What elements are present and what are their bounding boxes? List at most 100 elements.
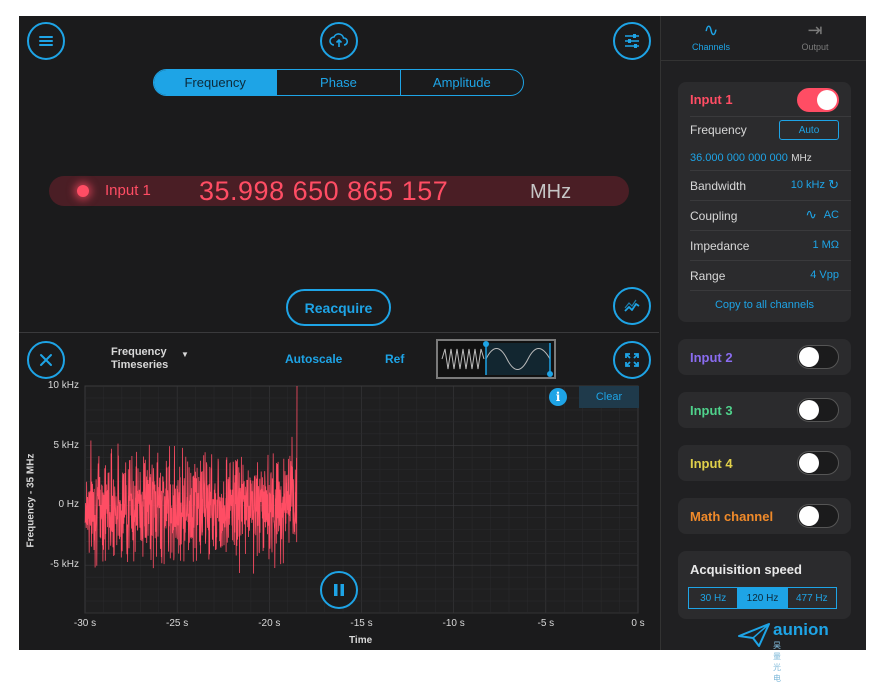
expand-icon bbox=[625, 353, 639, 367]
coupling-row[interactable]: Coupling ∿ AC bbox=[690, 206, 839, 223]
y-tick-label: 0 Hz bbox=[58, 499, 79, 511]
plot-area[interactable] bbox=[19, 380, 659, 650]
toggle-knob bbox=[799, 506, 819, 526]
ac-wave-icon: ∿ bbox=[805, 206, 817, 222]
tab-channels[interactable]: ∿ Channels bbox=[661, 20, 761, 52]
output-icon: ⇥ bbox=[807, 20, 823, 40]
x-tick-label: 0 s bbox=[631, 618, 645, 629]
input2-card: Input 2 bbox=[678, 339, 851, 375]
plot-mode-line2: Timeseries bbox=[111, 359, 169, 371]
pause-button[interactable] bbox=[320, 571, 358, 609]
speed-option-30hz[interactable]: 30 Hz bbox=[689, 588, 737, 608]
frequency-row: Frequency Auto bbox=[690, 120, 839, 140]
tab-channels-label: Channels bbox=[691, 42, 731, 52]
input1-label: Input 1 bbox=[690, 92, 733, 107]
sidebar: ∿ Channels ⇥ Output Input 1 Frequency Au… bbox=[660, 16, 866, 650]
readout-value: 35.998 650 865 157 bbox=[199, 176, 449, 206]
readout-channel-label: Input 1 bbox=[105, 182, 151, 199]
caret-down-icon: ▼ bbox=[181, 350, 189, 359]
plot-mode-selector[interactable]: Frequency Timeseries ▼ bbox=[111, 346, 189, 372]
speed-option-477hz[interactable]: 477 Hz bbox=[786, 588, 836, 608]
logo-subtext: 昊量光电 bbox=[773, 641, 781, 683]
app-window: Frequency Phase Amplitude Input 1 35.998… bbox=[19, 16, 866, 650]
separator bbox=[690, 170, 851, 171]
speed-option-120hz[interactable]: 120 Hz bbox=[737, 588, 787, 608]
impedance-row[interactable]: Impedance 1 MΩ bbox=[690, 239, 839, 253]
waveform-preview-icon bbox=[441, 341, 553, 377]
y-tick-label: -5 kHz bbox=[50, 559, 79, 571]
clear-button[interactable]: Clear bbox=[579, 386, 639, 408]
frequency-label: Frequency bbox=[690, 123, 747, 137]
sine-wave-icon: ∿ bbox=[703, 20, 719, 40]
x-tick-label: -15 s bbox=[350, 618, 373, 629]
range-row[interactable]: Range 4 Vpp bbox=[690, 269, 839, 283]
pause-icon bbox=[334, 584, 344, 596]
tab-amplitude[interactable]: Amplitude bbox=[399, 70, 523, 95]
input3-toggle[interactable] bbox=[797, 398, 839, 422]
acquisition-speed-selector: 30 Hz 120 Hz 477 Hz bbox=[688, 587, 837, 609]
info-icon[interactable]: i bbox=[549, 388, 567, 406]
readout-unit: MHz bbox=[530, 181, 572, 203]
acquisition-speed-card: Acquisition speed 30 Hz 120 Hz 477 Hz bbox=[678, 551, 851, 619]
frequency-readout: Input 1 35.998 650 865 157 MHz bbox=[49, 176, 629, 206]
bandwidth-row[interactable]: Bandwidth 10 kHz ↻ bbox=[690, 177, 839, 193]
separator bbox=[690, 200, 851, 201]
close-plot-button[interactable] bbox=[27, 341, 65, 379]
frequency-auto-button[interactable]: Auto bbox=[779, 120, 839, 140]
bandwidth-value: 10 kHz bbox=[790, 179, 825, 191]
reacquire-button[interactable]: Reacquire bbox=[286, 289, 391, 326]
toggle-knob bbox=[799, 400, 819, 420]
copy-to-all-button[interactable]: Copy to all channels bbox=[690, 299, 839, 311]
waveform-preview[interactable] bbox=[436, 339, 556, 379]
section-divider bbox=[19, 332, 659, 333]
input4-card: Input 4 bbox=[678, 445, 851, 481]
y-tick-label: 10 kHz bbox=[47, 380, 79, 391]
trend-button[interactable] bbox=[613, 287, 651, 325]
math-channel-toggle[interactable] bbox=[797, 504, 839, 528]
x-tick-label: -10 s bbox=[442, 618, 465, 629]
cloud-upload-icon bbox=[329, 33, 349, 47]
tab-output[interactable]: ⇥ Output bbox=[765, 20, 865, 52]
ref-button[interactable]: Ref bbox=[385, 352, 404, 366]
frequency-timeseries-chart: Frequency - 35 MHz 10 kHz 5 kHz 0 Hz -5 kHz… bbox=[19, 380, 659, 650]
frequency-value: 36.000 000 000 000 bbox=[690, 152, 788, 164]
measurement-tabs: Frequency Phase Amplitude bbox=[153, 69, 524, 96]
input1-toggle[interactable] bbox=[797, 88, 839, 112]
y-tick-label: 5 kHz bbox=[53, 439, 79, 451]
cloud-upload-button[interactable] bbox=[320, 22, 358, 60]
hamburger-icon bbox=[39, 36, 53, 46]
input3-label: Input 3 bbox=[690, 403, 733, 418]
separator bbox=[690, 230, 851, 231]
input2-label: Input 2 bbox=[690, 350, 733, 365]
logo-text: aunion bbox=[773, 620, 829, 639]
separator bbox=[690, 260, 851, 261]
acquisition-speed-title: Acquisition speed bbox=[690, 562, 802, 577]
tab-frequency[interactable]: Frequency bbox=[154, 70, 277, 95]
input2-toggle[interactable] bbox=[797, 345, 839, 369]
menu-button[interactable] bbox=[27, 22, 65, 60]
impedance-value: 1 MΩ bbox=[812, 239, 839, 251]
bandwidth-label: Bandwidth bbox=[690, 179, 747, 193]
plot-mode-line1: Frequency bbox=[111, 346, 167, 358]
sidebar-tabs: ∿ Channels ⇥ Output bbox=[661, 16, 866, 61]
coupling-label: Coupling bbox=[690, 209, 738, 223]
settings-sliders-button[interactable] bbox=[613, 22, 651, 60]
impedance-label: Impedance bbox=[690, 239, 750, 253]
x-tick-label: -25 s bbox=[166, 618, 189, 629]
range-label: Range bbox=[690, 269, 726, 283]
frequency-unit: MHz bbox=[791, 153, 812, 164]
separator bbox=[690, 116, 851, 117]
x-tick-label: -20 s bbox=[258, 618, 281, 629]
input4-toggle[interactable] bbox=[797, 451, 839, 475]
tab-phase[interactable]: Phase bbox=[276, 70, 399, 95]
tab-output-label: Output bbox=[801, 42, 829, 52]
toggle-knob bbox=[817, 90, 837, 110]
refresh-icon[interactable]: ↻ bbox=[828, 177, 839, 193]
autoscale-button[interactable]: Autoscale bbox=[285, 352, 342, 366]
input1-card: Input 1 Frequency Auto 36.000 000 000 00… bbox=[678, 82, 851, 322]
toggle-knob bbox=[799, 347, 819, 367]
frequency-value-row[interactable]: 36.000 000 000 000 MHz bbox=[690, 150, 839, 164]
fullscreen-button[interactable] bbox=[613, 341, 651, 379]
input3-card: Input 3 bbox=[678, 392, 851, 428]
input4-label: Input 4 bbox=[690, 456, 733, 471]
